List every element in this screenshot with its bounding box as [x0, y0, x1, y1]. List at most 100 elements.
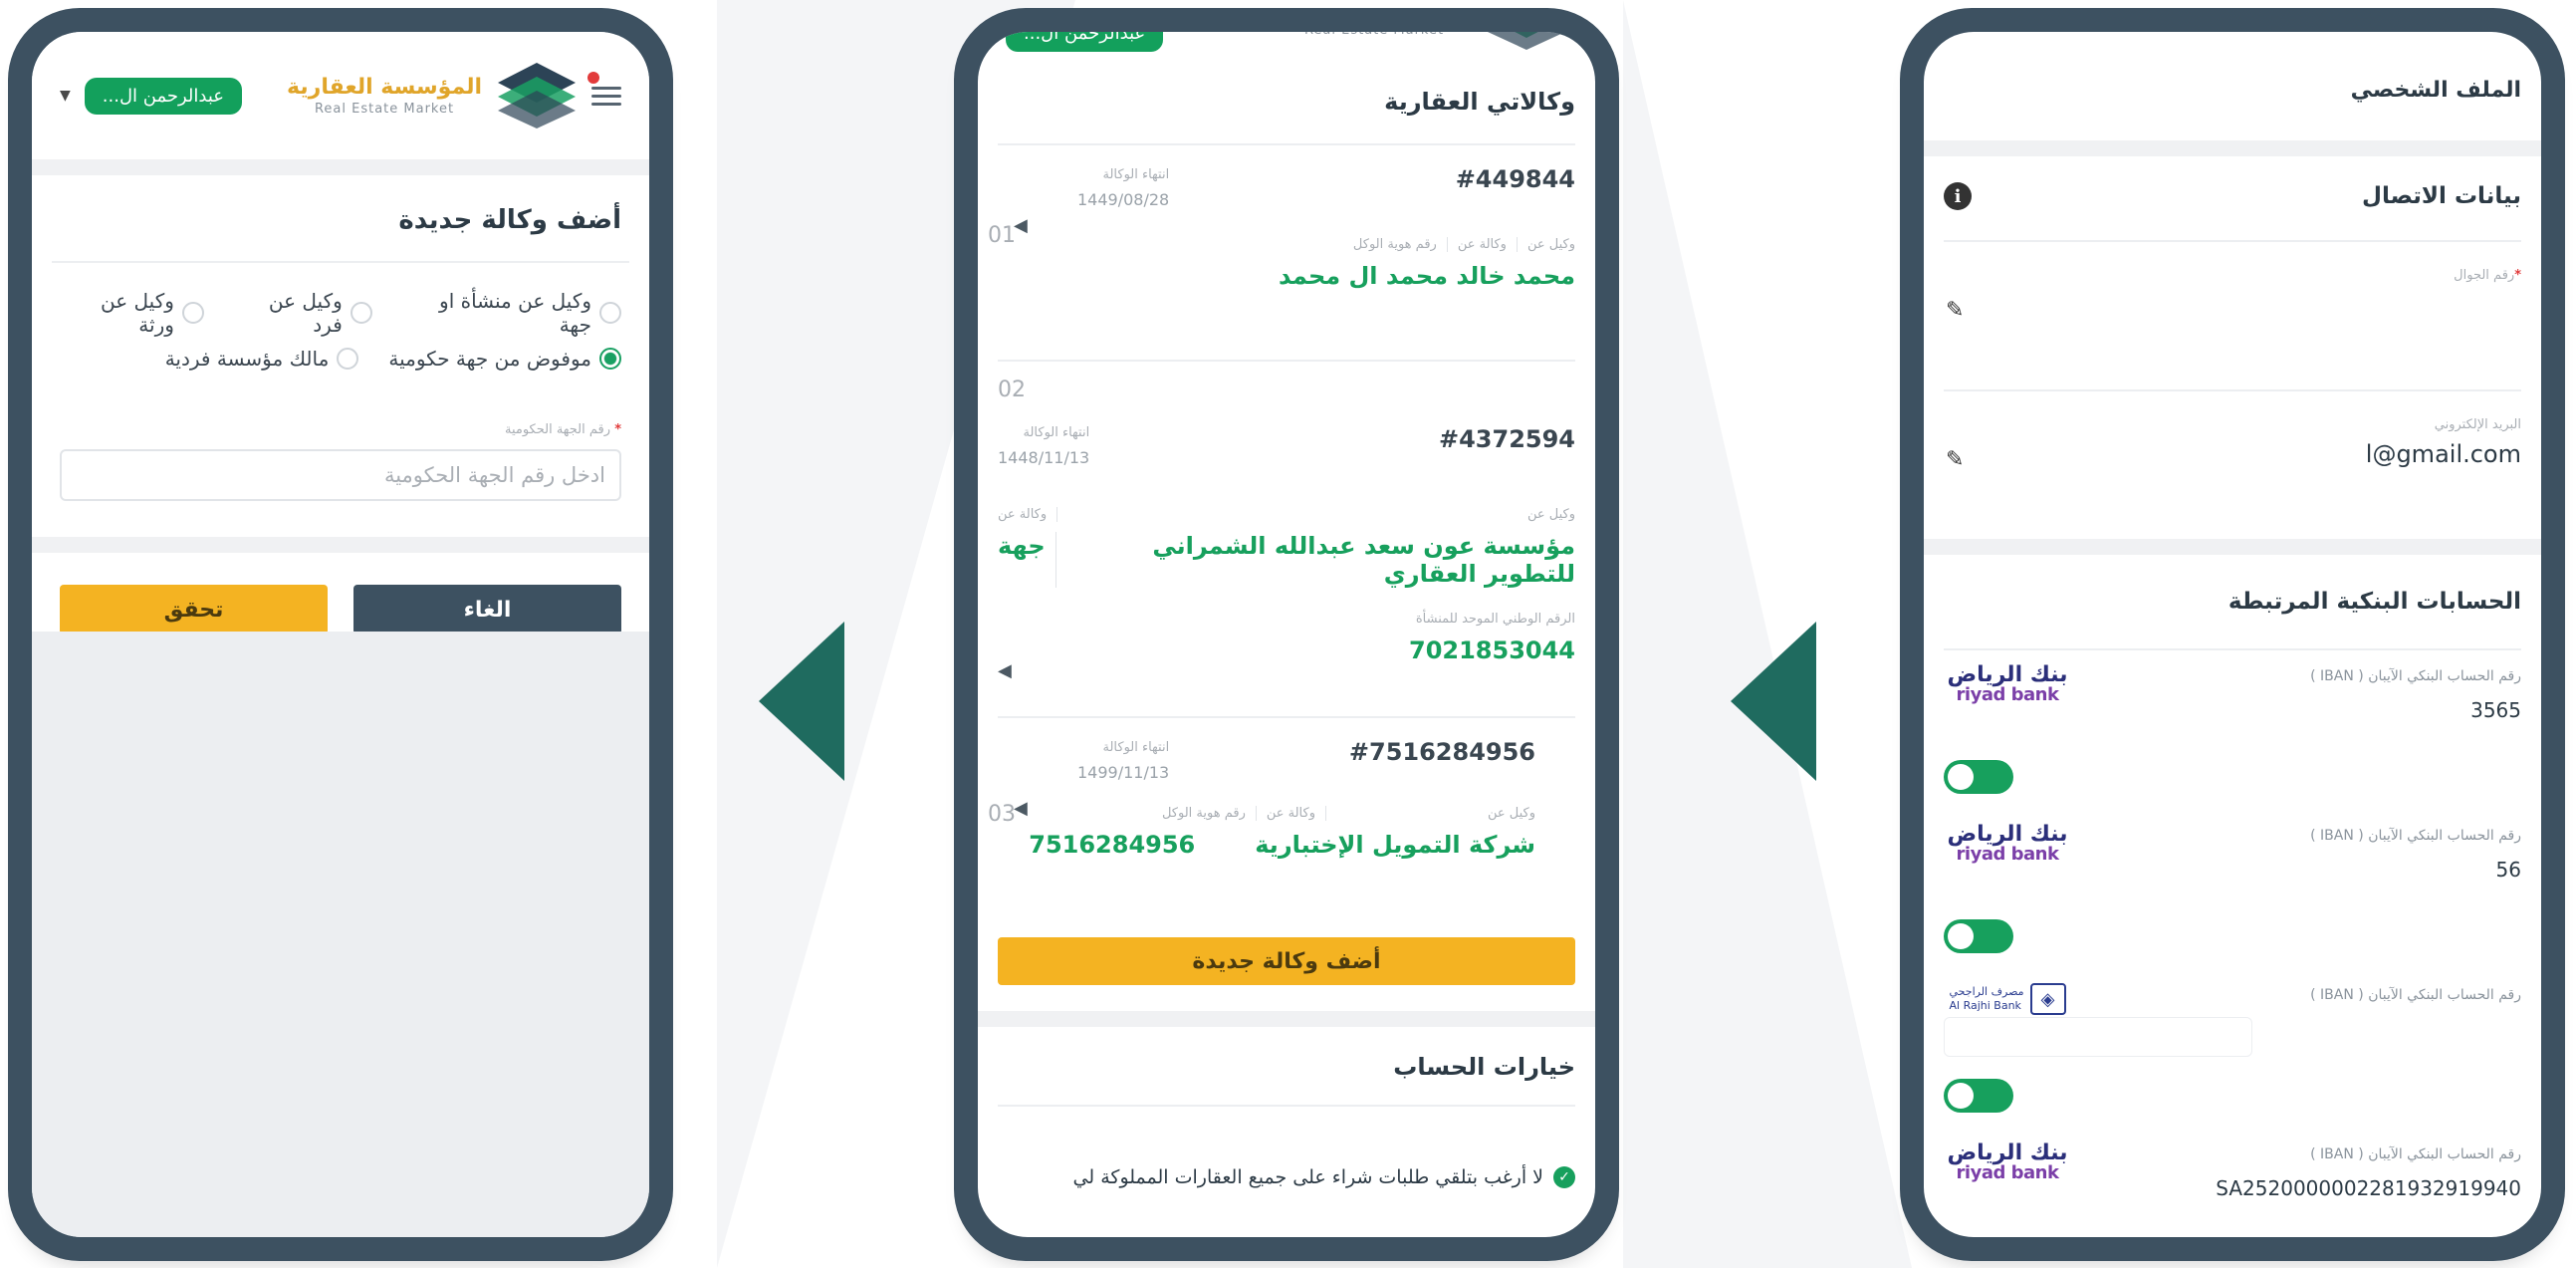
- screen-add-agency: المؤسسة العقارية Real Estate Market ▼ عب…: [32, 32, 649, 1237]
- user-name-pill[interactable]: عبدالرحمن ال...: [84, 77, 243, 115]
- chevron-down-icon[interactable]: ▼: [60, 88, 71, 104]
- agent-for-label: وكيل عن: [1487, 806, 1535, 821]
- rajhi-mark-icon: ◈: [2029, 983, 2066, 1015]
- brand-text: المؤسسة العقارية Real Estate Market: [1277, 32, 1472, 39]
- agency-card-01[interactable]: #449844 انتهاء الوكالة 1449/08/28 01 ◀ وك…: [978, 145, 1595, 360]
- user-menu[interactable]: ▼ عبدالرحمن ال...: [60, 77, 243, 115]
- rajhi-logo-ar: مصرف الراجحي: [1949, 984, 2024, 998]
- app-header-scrolled: المؤسسة العقارية Real Estate Market عبدا…: [978, 32, 1595, 52]
- arrow-left-icon: [759, 622, 844, 781]
- iban-value: [1944, 1017, 2252, 1057]
- purchase-requests-checkbox[interactable]: ✓ لا أرغب بتلقي طلبات شراء على جميع العق…: [978, 1146, 1595, 1208]
- agent-id-label: رقم هوية الوكل: [1353, 237, 1448, 252]
- brand-name-english: Real Estate Market: [1277, 32, 1472, 39]
- real-estate-logo: [1488, 32, 1565, 50]
- agency-sub-labels: وكيل عن وكالة عن رقم هوية الوكل: [998, 237, 1575, 252]
- radio-label: وكيل عن فرد: [268, 289, 343, 337]
- national-id-value: 7021853044: [1409, 636, 1575, 664]
- phone-profile: الملف الشخصي بيانات الاتصال i *رقم الجوا…: [1900, 8, 2565, 1261]
- page-title: وكالاتي العقارية: [1384, 88, 1575, 116]
- radio-circle-icon[interactable]: [181, 302, 204, 324]
- agency-sub-labels: وكيل عن وكالة عن: [998, 507, 1575, 522]
- agent-name-row: مؤسسة عون سعد عبدالله الشمراني للتطوير ا…: [998, 532, 1575, 588]
- agent-for-label: وكيل عن: [1526, 237, 1575, 252]
- chevron-left-icon[interactable]: ◀: [1014, 215, 1028, 236]
- end-date-label: انتهاء الوكالة: [1023, 425, 1090, 440]
- brand-name-arabic: المؤسسة العقارية: [287, 75, 482, 101]
- agency-card-03[interactable]: #7516284956 انتهاء الوكالة 1499/11/13 03 …: [978, 718, 1595, 917]
- agent-name: شركة التمويل الإختبارية: [1255, 831, 1535, 859]
- cancel-button[interactable]: الغاء: [353, 585, 621, 634]
- national-id-label: الرقم الوطني الموحد للمنشأة: [1415, 612, 1575, 627]
- agency-for-label: وكالة عن: [1458, 237, 1518, 252]
- divider: [32, 537, 649, 553]
- agency-end-date: انتهاء الوكالة 1448/11/13: [998, 425, 1089, 467]
- end-date-value: 1448/11/13: [998, 448, 1090, 467]
- phone-add-agency: المؤسسة العقارية Real Estate Market ▼ عب…: [8, 8, 673, 1261]
- radio-label: وكيل عن ورثة: [101, 289, 174, 337]
- agency-end-date: انتهاء الوكالة 1449/08/28: [1077, 167, 1169, 209]
- end-date-label: انتهاء الوكالة: [1102, 740, 1170, 755]
- radio-label: مالك مؤسسة فردية: [164, 347, 330, 371]
- brand: المؤسسة العقارية Real Estate Market: [287, 61, 621, 130]
- divider: [1924, 539, 2541, 555]
- agency-number: 03: [988, 802, 1016, 827]
- user-name-pill[interactable]: عبدالرحمن ال...: [1006, 32, 1164, 52]
- agent-name: مؤسسة عون سعد عبدالله الشمراني للتطوير ا…: [1152, 532, 1575, 588]
- contact-section-header: بيانات الاتصال i: [1924, 156, 2541, 240]
- page-title: أضف وكالة جديدة: [398, 205, 621, 235]
- government-number-input[interactable]: ادخل رقم الجهة الحكومية: [60, 449, 621, 501]
- riyad-bank-logo: بنك الرياض riyad bank: [1938, 824, 2077, 864]
- showcase-stage: المؤسسة العقارية Real Estate Market ▼ عب…: [0, 0, 2576, 1268]
- radio-circle-icon[interactable]: [350, 302, 372, 324]
- section-title-banks: الحسابات البنكية المرتبطة: [2227, 589, 2521, 615]
- edit-icon[interactable]: ✎: [1946, 298, 1964, 323]
- chevron-left-icon[interactable]: ◀: [1014, 798, 1028, 819]
- riyad-logo-ar: بنك الرياض: [1947, 662, 2068, 687]
- app-header: المؤسسة العقارية Real Estate Market ▼ عب…: [32, 32, 649, 159]
- account-toggle[interactable]: [1944, 919, 2013, 953]
- bank-account-row: رقم الحساب البنكي الآيبان ( IBAN ) ◈ مصر…: [1924, 969, 2541, 1129]
- riyad-logo-en: riyad bank: [1956, 684, 2059, 705]
- agency-number: 01: [988, 223, 1016, 248]
- email-row: البريد الإلكتروني l@gmail.com ✎: [1924, 391, 2541, 539]
- radio-option-government[interactable]: موفوض من جهة حكومية: [388, 347, 621, 371]
- radio-circle-icon[interactable]: [337, 348, 359, 370]
- brand-text: المؤسسة العقارية Real Estate Market: [287, 74, 482, 118]
- radio-option-sole-proprietor[interactable]: مالك مؤسسة فردية: [165, 347, 359, 371]
- rajhi-logo-en: Al Rajhi Bank: [1949, 999, 2021, 1012]
- info-icon[interactable]: i: [1944, 182, 1972, 210]
- account-toggle[interactable]: [1944, 760, 2013, 794]
- mobile-label-text: رقم الجوال: [2454, 268, 2515, 283]
- divider: [1924, 140, 2541, 156]
- radio-selected-icon[interactable]: [599, 348, 621, 370]
- checkbox-label: لا أرغب بتلقي طلبات شراء على جميع العقار…: [1072, 1166, 1543, 1188]
- hamburger-menu-icon[interactable]: [587, 71, 621, 111]
- chevron-left-icon[interactable]: ◀: [998, 660, 1012, 681]
- checkmark-icon[interactable]: ✓: [1553, 1166, 1575, 1188]
- mobile-label: *رقم الجوال: [2454, 268, 2521, 283]
- agency-for-label: وكالة عن: [1267, 806, 1326, 821]
- bank-account-row: رقم الحساب البنكي الآيبان ( IBAN ) 56 بن…: [1924, 810, 2541, 969]
- agent-name: محمد خالد محمد ال محمد: [1279, 262, 1575, 290]
- banks-section-header: الحسابات البنكية المرتبطة: [1924, 555, 2541, 648]
- al-rajhi-bank-logo: ◈ مصرف الراجحي Al Rajhi Bank: [1938, 983, 2077, 1015]
- agency-type-radio-group: وكيل عن منشأة او جهة وكيل عن فرد وكيل عن…: [32, 263, 649, 371]
- agency-number: 02: [998, 378, 1026, 402]
- agent-id-label: رقم هوية الوكل: [1162, 806, 1257, 821]
- radio-option-individual[interactable]: وكيل عن فرد: [234, 289, 372, 337]
- agency-card-02[interactable]: 02 #4372594 انتهاء الوكالة 1448/11/13 وكي…: [978, 362, 1595, 716]
- agent-values-row: شركة التمويل الإختبارية 7516284956: [998, 821, 1535, 859]
- radio-option-entity[interactable]: وكيل عن منشأة او جهة: [402, 289, 621, 337]
- edit-icon[interactable]: ✎: [1946, 447, 1964, 472]
- radio-label: موفوض من جهة حكومية: [388, 347, 591, 371]
- end-date-value: 1449/08/28: [1077, 190, 1170, 209]
- verify-button[interactable]: تحقق: [60, 585, 328, 634]
- radio-option-heirs[interactable]: وكيل عن ورثة: [60, 289, 204, 337]
- riyad-logo-en: riyad bank: [1956, 1162, 2059, 1183]
- agency-end-date: انتهاء الوكالة 1499/11/13: [1077, 740, 1169, 782]
- riyad-logo-ar: بنك الرياض: [1947, 1141, 2068, 1165]
- radio-circle-icon[interactable]: [599, 302, 621, 324]
- add-agency-button[interactable]: أضف وكالة جديدة: [998, 937, 1575, 985]
- account-toggle[interactable]: [1944, 1079, 2013, 1113]
